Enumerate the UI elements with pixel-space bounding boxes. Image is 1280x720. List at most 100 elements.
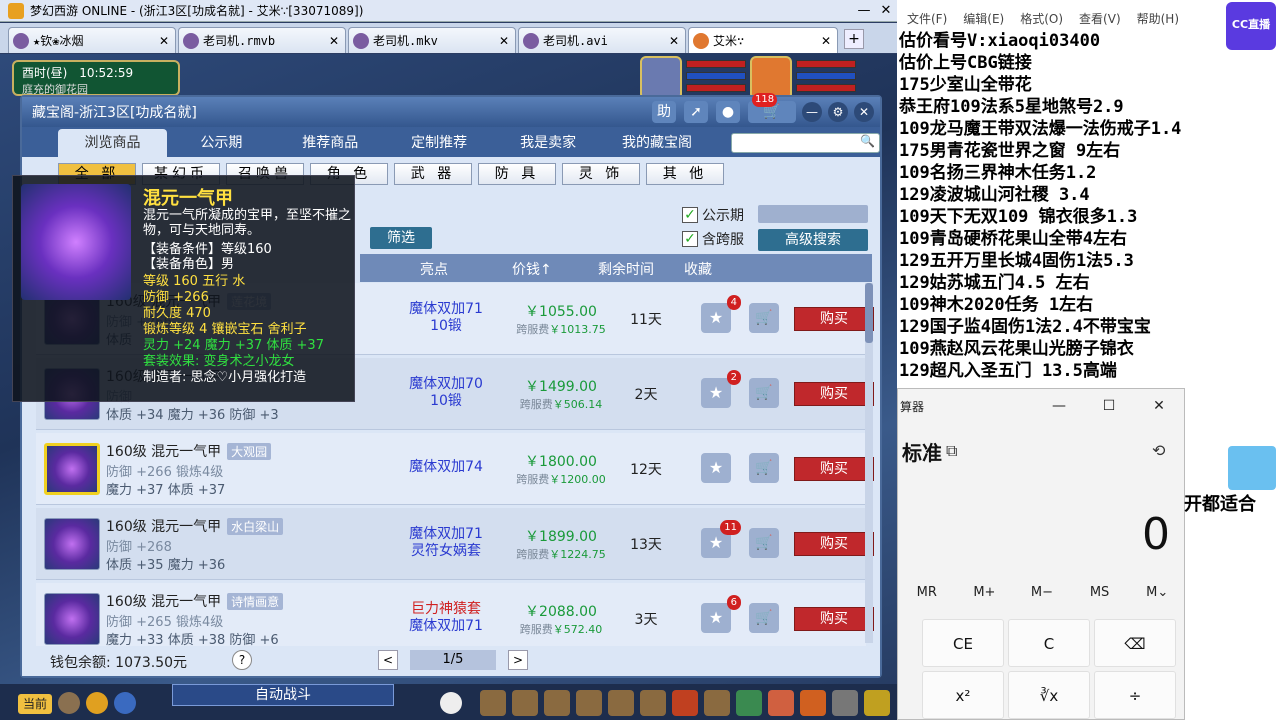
public-filter-input[interactable] <box>758 205 868 223</box>
skill-icon[interactable] <box>800 690 826 716</box>
cart-button[interactable]: 🛒 118 <box>748 93 796 123</box>
live-widget-icon[interactable] <box>1228 446 1276 490</box>
tab-recommend[interactable]: 推荐商品 <box>276 129 385 157</box>
minimize-panel-button[interactable]: — <box>802 102 822 122</box>
pet-avatar[interactable] <box>640 56 682 100</box>
cross-server-checkbox[interactable]: ✓ 含跨服 <box>682 229 744 249</box>
favorite-button[interactable]: ★ 4 <box>701 295 741 333</box>
scrollbar[interactable] <box>865 283 873 643</box>
close-tab-icon[interactable]: ✕ <box>669 34 681 48</box>
add-to-cart-button[interactable]: 🛒 <box>749 378 779 408</box>
advanced-search-button[interactable]: 高级搜索 <box>758 229 868 251</box>
microphone-icon[interactable] <box>58 692 80 714</box>
minimize-button[interactable]: — <box>853 3 875 18</box>
favorite-button[interactable]: ★ 6 <box>701 595 741 633</box>
armor-item-icon[interactable] <box>44 518 100 570</box>
channel-button[interactable]: 当前 <box>18 694 52 714</box>
square-button[interactable]: x² <box>922 671 1004 719</box>
category-armor[interactable]: 防 具 <box>478 163 556 185</box>
table-row[interactable]: 160级 混元一气甲 诗情画意 防御 +265 锻炼4级 魔力 +33 体质 +38 … <box>36 583 874 655</box>
buy-button[interactable]: 购买 <box>794 382 874 406</box>
favorite-button[interactable]: ★ 2 <box>701 370 741 408</box>
backspace-button[interactable]: ⌫ <box>1094 619 1176 667</box>
add-to-cart-button[interactable]: 🛒 <box>749 303 779 333</box>
armor-item-icon[interactable] <box>44 593 100 645</box>
search-input[interactable]: 🔍 <box>731 133 880 153</box>
favorite-button[interactable]: ★ <box>701 453 731 483</box>
category-weapon[interactable]: 武 器 <box>394 163 472 185</box>
close-panel-button[interactable]: ✕ <box>854 102 874 122</box>
skill-icon[interactable] <box>736 690 762 716</box>
help-button[interactable]: 助 <box>652 101 676 123</box>
table-row[interactable]: 160级 混元一气甲 大观园 防御 +266 锻炼4级 魔力 +37 体质 +37 魔体… <box>36 433 874 505</box>
buy-button[interactable]: 购买 <box>794 607 874 631</box>
tab-public[interactable]: 公示期 <box>167 129 276 157</box>
help-icon[interactable]: ? <box>232 650 252 670</box>
close-button[interactable]: ✕ <box>1134 398 1184 414</box>
settings-icon[interactable]: ⚙ <box>828 102 848 122</box>
header-highlight[interactable]: 亮点 <box>420 259 448 279</box>
add-to-cart-button[interactable]: 🛒 <box>749 603 779 633</box>
memory-add-button[interactable]: M+ <box>956 585 1014 600</box>
auto-battle-button[interactable]: 自动战斗 <box>172 684 394 706</box>
skill-icon[interactable] <box>608 690 634 716</box>
divide-button[interactable]: ÷ <box>1094 671 1176 719</box>
buy-button[interactable]: 购买 <box>794 307 874 331</box>
minimize-button[interactable]: — <box>1034 398 1084 414</box>
public-checkbox[interactable]: ✓ 公示期 <box>682 205 744 225</box>
header-remaining[interactable]: 剩余时间 <box>598 259 654 279</box>
account-tab[interactable]: 老司机.mkv ✕ <box>348 27 516 53</box>
table-row[interactable]: 160级 混元一气甲 水白梁山 防御 +268 体质 +35 魔力 +36 魔体双加71… <box>36 508 874 580</box>
close-tab-icon[interactable]: ✕ <box>329 34 341 48</box>
tab-custom[interactable]: 定制推荐 <box>385 129 494 157</box>
add-tab-button[interactable]: + <box>844 29 864 49</box>
share-icon[interactable]: ➚ <box>684 101 708 123</box>
skill-icon[interactable] <box>640 690 666 716</box>
maximize-button[interactable]: ☐ <box>1084 398 1134 414</box>
tab-seller[interactable]: 我是卖家 <box>494 129 603 157</box>
armor-item-icon[interactable] <box>44 443 100 495</box>
account-tab[interactable]: 老司机.avi ✕ <box>518 27 686 53</box>
history-icon[interactable]: ⟲ <box>1152 441 1165 460</box>
clear-button[interactable]: C <box>1008 619 1090 667</box>
scroll-thumb[interactable] <box>865 283 873 343</box>
pet-icon[interactable] <box>440 692 462 714</box>
account-tab-active[interactable]: 艾米∵ ✕ <box>688 27 838 53</box>
add-to-cart-button[interactable]: 🛒 <box>749 528 779 558</box>
tab-browse[interactable]: 浏览商品 <box>58 129 167 157</box>
favorite-button[interactable]: ★ 11 <box>701 520 741 558</box>
chat-icon[interactable] <box>114 692 136 714</box>
skill-icon[interactable] <box>672 690 698 716</box>
notepad-text[interactable]: 估价看号V:xiaoqi03400 估价上号CBG链接 175少室山全带花 恭王府10… <box>899 30 1277 382</box>
skill-icon[interactable] <box>512 690 538 716</box>
close-window-button[interactable]: ✕ <box>875 3 897 18</box>
screen-button[interactable]: 筛选 <box>370 227 432 249</box>
emoji-icon[interactable] <box>86 692 108 714</box>
account-tab[interactable]: ★钦❀冰烟 ✕ <box>8 27 176 53</box>
cube-root-button[interactable]: ∛x <box>1008 671 1090 719</box>
add-to-cart-button[interactable]: 🛒 <box>749 453 779 483</box>
buy-button[interactable]: 购买 <box>794 532 874 556</box>
prev-page-button[interactable]: < <box>378 650 398 670</box>
tab-my-pavilion[interactable]: 我的藏宝阁 <box>603 129 712 157</box>
account-tab[interactable]: 老司机.rmvb ✕ <box>178 27 346 53</box>
category-other[interactable]: 其 他 <box>646 163 724 185</box>
buy-button[interactable]: 购买 <box>794 457 874 481</box>
keep-on-top-icon[interactable]: ⧉ <box>946 441 957 461</box>
memory-list-button[interactable]: M⌄ <box>1128 585 1186 600</box>
clear-entry-button[interactable]: CE <box>922 619 1004 667</box>
memory-store-button[interactable]: MS <box>1071 585 1129 600</box>
skill-icon[interactable] <box>544 690 570 716</box>
memory-recall-button[interactable]: MR <box>898 585 956 600</box>
bag-icon[interactable] <box>480 690 506 716</box>
memory-subtract-button[interactable]: M− <box>1013 585 1071 600</box>
next-page-button[interactable]: > <box>508 650 528 670</box>
close-tab-icon[interactable]: ✕ <box>821 34 833 48</box>
search-icon[interactable]: 🔍 <box>860 134 875 148</box>
category-accessory[interactable]: 灵 饰 <box>562 163 640 185</box>
close-tab-icon[interactable]: ✕ <box>499 34 511 48</box>
skill-icon[interactable] <box>768 690 794 716</box>
close-tab-icon[interactable]: ✕ <box>159 34 171 48</box>
header-price[interactable]: 价钱↑ <box>512 259 552 279</box>
skill-icon[interactable] <box>704 690 730 716</box>
